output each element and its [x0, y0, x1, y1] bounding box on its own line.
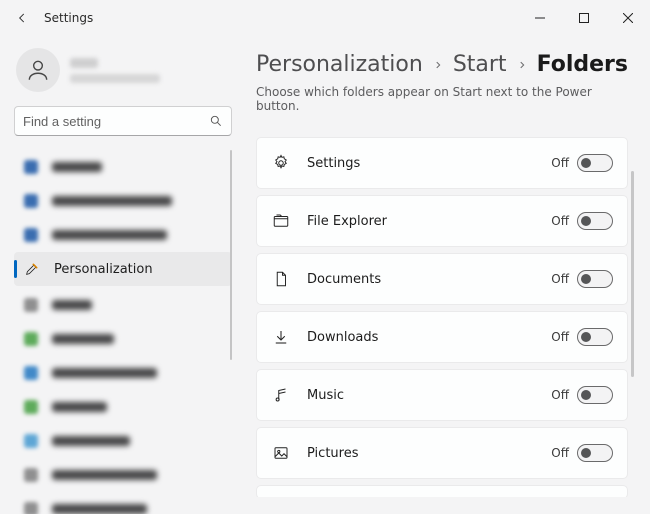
nav-item-blurred[interactable] [14, 356, 232, 390]
crumb-folders: Folders [537, 52, 628, 77]
user-email-blurred [70, 74, 160, 83]
setting-row-partial [256, 485, 628, 497]
toggle-state: Off [551, 330, 569, 344]
main-panel: Personalization Start Folders Choose whi… [242, 36, 650, 514]
toggle-documents[interactable] [577, 270, 613, 288]
close-button[interactable] [606, 2, 650, 34]
breadcrumb: Personalization Start Folders [256, 52, 636, 77]
main-scrollbar[interactable] [631, 171, 634, 377]
nav-item-blurred[interactable] [14, 322, 232, 356]
folder-explorer-icon [271, 211, 291, 231]
setting-row-documents: Documents Off [256, 253, 628, 305]
setting-label: Settings [307, 156, 551, 171]
setting-row-music: Music Off [256, 369, 628, 421]
back-button[interactable] [8, 4, 36, 32]
chevron-right-icon [433, 60, 443, 70]
setting-row-file-explorer: File Explorer Off [256, 195, 628, 247]
setting-label: Downloads [307, 330, 551, 345]
nav-item-blurred[interactable] [14, 150, 232, 184]
window-controls [518, 2, 650, 34]
crumb-personalization[interactable]: Personalization [256, 52, 423, 77]
setting-row-pictures: Pictures Off [256, 427, 628, 479]
avatar [16, 48, 60, 92]
paintbrush-icon [24, 261, 40, 277]
user-name-blurred [70, 58, 98, 68]
setting-label: Pictures [307, 446, 551, 461]
nav-list: Personalization [14, 150, 232, 514]
nav-item-personalization[interactable]: Personalization [14, 252, 232, 286]
window-title: Settings [44, 11, 93, 25]
sidebar-scrollbar[interactable] [230, 150, 232, 360]
toggle-settings[interactable] [577, 154, 613, 172]
crumb-start[interactable]: Start [453, 52, 507, 77]
user-account[interactable] [14, 44, 232, 106]
toggle-state: Off [551, 156, 569, 170]
gear-icon [271, 153, 291, 173]
pictures-icon [271, 443, 291, 463]
setting-label: Music [307, 388, 551, 403]
search-input[interactable] [23, 114, 209, 129]
download-icon [271, 327, 291, 347]
toggle-music[interactable] [577, 386, 613, 404]
setting-row-settings: Settings Off [256, 137, 628, 189]
toggle-pictures[interactable] [577, 444, 613, 462]
nav-item-blurred[interactable] [14, 184, 232, 218]
page-description: Choose which folders appear on Start nex… [256, 85, 636, 113]
toggle-state: Off [551, 272, 569, 286]
document-icon [271, 269, 291, 289]
toggle-state: Off [551, 388, 569, 402]
titlebar: Settings [0, 0, 650, 36]
setting-row-downloads: Downloads Off [256, 311, 628, 363]
setting-label: Documents [307, 272, 551, 287]
toggle-state: Off [551, 214, 569, 228]
nav-item-blurred[interactable] [14, 288, 232, 322]
nav-label: Personalization [54, 262, 153, 277]
toggle-downloads[interactable] [577, 328, 613, 346]
search-icon [209, 114, 223, 128]
toggle-state: Off [551, 446, 569, 460]
maximize-button[interactable] [562, 2, 606, 34]
chevron-right-icon [517, 60, 527, 70]
setting-label: File Explorer [307, 214, 551, 229]
nav-item-blurred[interactable] [14, 424, 232, 458]
nav-item-blurred[interactable] [14, 492, 232, 514]
nav-item-blurred[interactable] [14, 390, 232, 424]
settings-list: Settings Off File Explorer Off Documents… [256, 137, 636, 497]
toggle-file-explorer[interactable] [577, 212, 613, 230]
sidebar: Personalization [0, 36, 242, 514]
nav-item-blurred[interactable] [14, 218, 232, 252]
minimize-button[interactable] [518, 2, 562, 34]
search-box[interactable] [14, 106, 232, 136]
nav-item-blurred[interactable] [14, 458, 232, 492]
music-icon [271, 385, 291, 405]
